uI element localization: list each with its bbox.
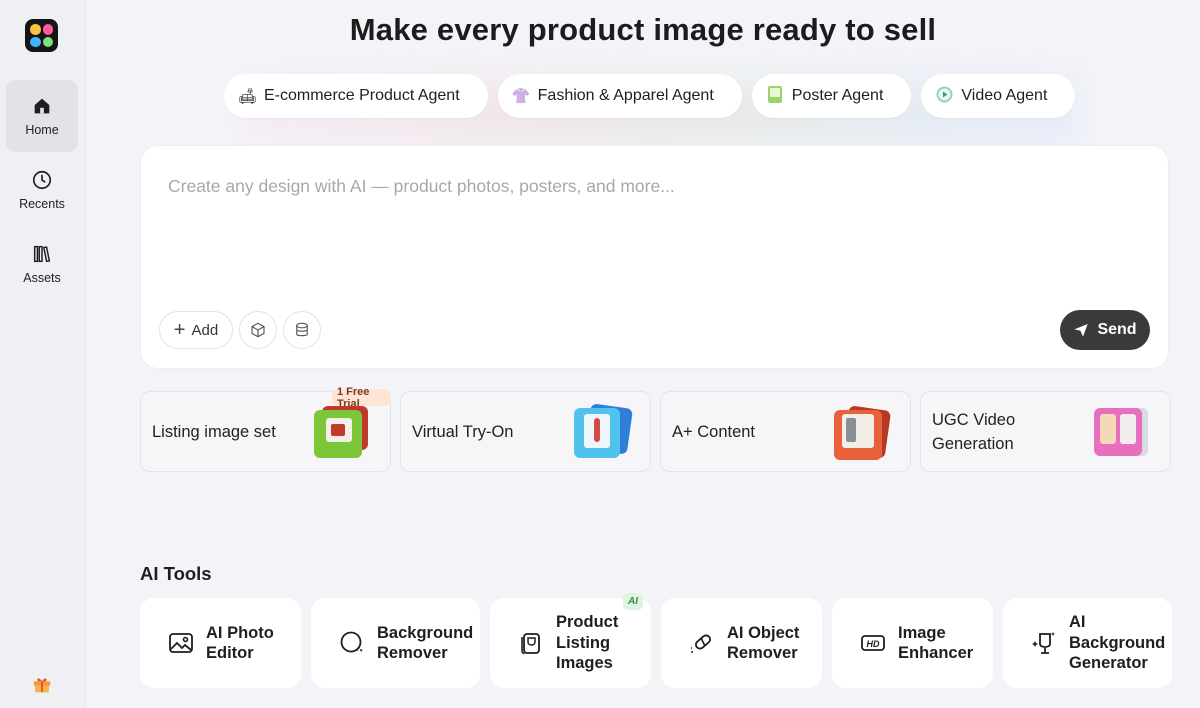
- svg-text:HD: HD: [867, 639, 880, 649]
- feature-card-listing-image-set[interactable]: Listing image set 1 Free Trial: [140, 386, 391, 472]
- shirt-icon: 👚: [511, 88, 531, 105]
- video-icon: [935, 86, 953, 107]
- tool-label: AI Object Remover: [727, 623, 800, 663]
- gift-icon[interactable]: [31, 673, 53, 695]
- ai-badge: AI: [623, 593, 643, 610]
- sidebar-item-label: Assets: [23, 271, 61, 285]
- sidebar-item-label: Recents: [19, 197, 65, 211]
- page-title: Make every product image ready to sell: [349, 12, 937, 47]
- library-icon: [33, 245, 51, 263]
- stack-icon: [296, 322, 308, 337]
- tool-ai-background-generator[interactable]: AI Background Generator: [1003, 598, 1172, 688]
- sofa-icon: 🛋: [238, 88, 258, 105]
- bg-remove-icon: [340, 631, 363, 653]
- send-button-label: Send: [1097, 321, 1137, 338]
- try-on-thumbnail: [574, 403, 633, 460]
- paper-plane-icon: [1074, 324, 1089, 337]
- sidebar-item-home[interactable]: Home: [6, 80, 78, 152]
- listing-image-thumbnail: [314, 404, 370, 460]
- add-button[interactable]: + Add: [159, 311, 233, 349]
- feature-card-label: A+ Content: [672, 422, 756, 441]
- plus-icon: +: [173, 319, 186, 341]
- sidebar-item-recents[interactable]: Recents: [6, 154, 78, 226]
- feature-card-virtual-try-on[interactable]: Virtual Try-On: [400, 391, 651, 472]
- agent-chip-label: Video Agent: [961, 87, 1048, 104]
- prompt-box[interactable]: Create any design with AI — product phot…: [140, 145, 1169, 369]
- home-icon: [34, 98, 50, 114]
- feature-card-ugc-video[interactable]: UGC Video Generation: [920, 391, 1171, 472]
- ai-tools-row: AI Photo Editor Background Remover AI Pr…: [140, 593, 1172, 688]
- layers-button[interactable]: [283, 311, 321, 349]
- agent-chip-poster[interactable]: Poster Agent: [751, 74, 912, 118]
- 3d-model-button[interactable]: [239, 311, 277, 349]
- add-button-label: Add: [191, 321, 219, 339]
- feature-card-label: Virtual Try-On: [412, 422, 514, 441]
- sidebar-item-label: Home: [25, 123, 59, 137]
- feature-cards: Listing image set 1 Free Trial Virtual T…: [140, 386, 1171, 472]
- prompt-input[interactable]: Create any design with AI — product phot…: [168, 176, 675, 197]
- tool-label: AI Background Generator: [1069, 613, 1166, 673]
- agent-chip-video[interactable]: Video Agent: [921, 74, 1076, 118]
- listing-icon: [521, 633, 540, 655]
- agent-chip-ecommerce[interactable]: 🛋 E-commerce Product Agent: [224, 74, 488, 118]
- tool-label: Image Enhancer: [898, 623, 974, 663]
- bg-generate-icon: [1032, 632, 1055, 654]
- a-plus-thumbnail: [834, 404, 892, 460]
- tool-background-remover[interactable]: Background Remover: [311, 598, 480, 688]
- feature-card-label: Listing image set: [152, 422, 276, 441]
- sidebar-item-assets[interactable]: Assets: [6, 228, 78, 300]
- tool-product-listing-images[interactable]: AI Product Listing Images: [490, 593, 651, 688]
- tool-label: Background Remover: [377, 623, 474, 663]
- agent-chip-label: Fashion & Apparel Agent: [537, 87, 714, 104]
- poster-icon: [766, 85, 784, 107]
- tool-label: Product Listing Images: [556, 613, 619, 673]
- photo-edit-icon: [169, 633, 193, 653]
- clock-icon: [32, 170, 52, 190]
- hd-icon: HD: [861, 635, 885, 651]
- tool-image-enhancer[interactable]: HD Image Enhancer: [832, 598, 993, 688]
- sidebar: Home Recents Assets: [0, 0, 86, 708]
- feature-card-a-plus-content[interactable]: A+ Content: [660, 391, 911, 472]
- cube-icon: [251, 322, 265, 338]
- tool-label: AI Photo Editor: [206, 623, 274, 663]
- agent-chip-label: E-commerce Product Agent: [264, 87, 460, 104]
- feature-card-label: UGC Video Generation: [932, 410, 1016, 453]
- agent-chip-label: Poster Agent: [791, 87, 884, 104]
- ai-tools-title: AI Tools: [140, 563, 212, 584]
- prompt-tools: + Add: [159, 311, 321, 349]
- tool-ai-photo-editor[interactable]: AI Photo Editor: [140, 598, 301, 688]
- send-button[interactable]: Send: [1060, 310, 1150, 350]
- tool-ai-object-remover[interactable]: AI Object Remover: [661, 598, 822, 688]
- eraser-icon: [691, 634, 711, 653]
- app-logo[interactable]: [25, 19, 58, 52]
- agent-chip-fashion[interactable]: 👚 Fashion & Apparel Agent: [497, 74, 742, 118]
- agent-chips: 🛋 E-commerce Product Agent 👚 Fashion & A…: [224, 74, 1076, 118]
- ugc-video-thumbnail: [1094, 404, 1150, 460]
